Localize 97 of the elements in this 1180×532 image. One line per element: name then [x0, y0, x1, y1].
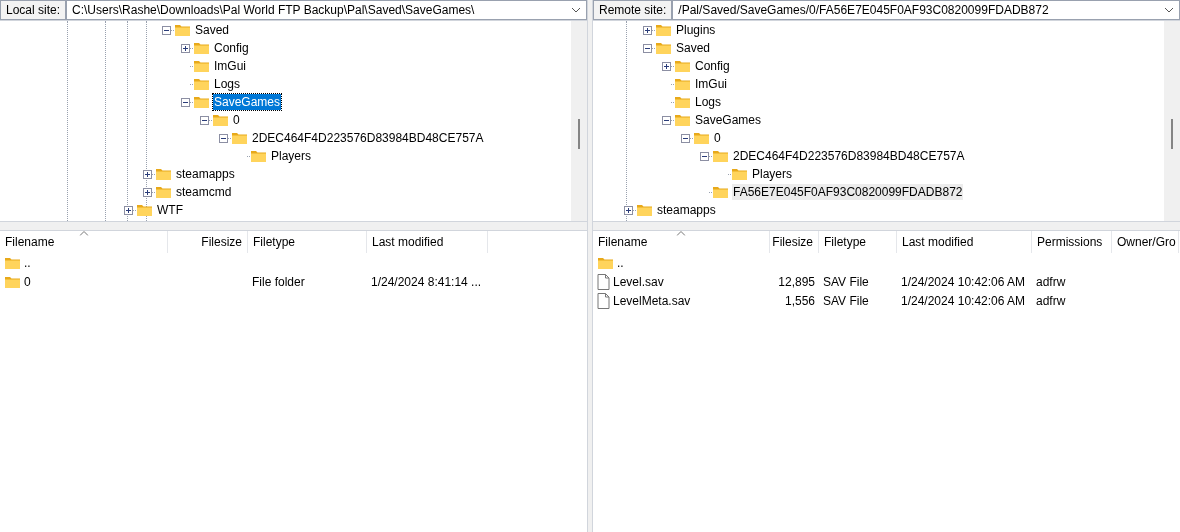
folder-icon — [712, 185, 729, 199]
folder-icon — [231, 131, 248, 145]
table-cell-text: 1/24/2024 10:42:06 AM — [901, 292, 1026, 310]
tree-item[interactable]: WTF — [156, 202, 184, 218]
table-cell-text: LevelMeta.sav — [613, 292, 691, 310]
folder-icon — [4, 274, 21, 289]
dropdown-caret-icon[interactable] — [571, 7, 581, 13]
folder-icon — [212, 113, 229, 127]
tree-item[interactable]: Saved — [675, 40, 712, 56]
path-field[interactable]: C:\Users\Rashe\Downloads\Pal World FTP Backup\Pal\Saved\SaveGames\ — [66, 0, 587, 20]
tree-item[interactable]: Players — [751, 166, 793, 182]
path-field[interactable]: /Pal/Saved/SaveGames/0/FA56E7E045F0AF93C0820099FDADB872 — [672, 0, 1180, 20]
expand-icon[interactable] — [642, 25, 652, 35]
folder-icon — [693, 131, 710, 145]
folder-icon — [136, 203, 153, 217]
column-header[interactable]: Filesize — [770, 231, 819, 253]
tree-item[interactable]: steamapps — [175, 166, 236, 182]
tree-item[interactable]: SaveGames — [694, 112, 763, 128]
tree-item[interactable]: 2DEC464F4D223576D83984BD48CE757A — [732, 148, 966, 164]
collapse-icon[interactable] — [699, 151, 709, 161]
folder-icon — [712, 149, 729, 163]
tree-item[interactable]: ImGui — [213, 58, 247, 74]
collapse-icon[interactable] — [199, 115, 209, 125]
folder-icon — [155, 167, 172, 181]
table-cell-text: Level.sav — [613, 273, 664, 291]
tree-item[interactable]: SaveGames — [213, 94, 282, 110]
tree-item[interactable]: 0 — [232, 112, 241, 128]
collapse-icon[interactable] — [180, 97, 190, 107]
collapse-icon[interactable] — [161, 25, 171, 35]
table-cell-text: 1,556 — [784, 292, 815, 310]
tree-item[interactable]: Logs — [694, 94, 723, 110]
folder-icon — [655, 41, 672, 55]
table-cell-text: 1/24/2024 10:42:06 AM — [901, 273, 1026, 291]
tree-item[interactable]: Config — [694, 58, 731, 74]
table-cell-text: adfrw — [1036, 292, 1066, 310]
collapse-icon[interactable] — [218, 133, 228, 143]
table-cell-text: .. — [617, 254, 624, 272]
collapse-icon[interactable] — [680, 133, 690, 143]
table-cell-text: SAV File — [823, 292, 869, 310]
column-header[interactable]: Owner/Gro — [1112, 231, 1179, 253]
column-header[interactable]: Filename — [593, 231, 770, 253]
column-header[interactable]: Last modified — [897, 231, 1032, 253]
scrollbar[interactable] — [571, 21, 587, 221]
folder-icon — [193, 41, 210, 55]
expand-icon[interactable] — [661, 61, 671, 71]
folder-icon — [193, 77, 210, 91]
folder-icon — [597, 255, 614, 270]
expand-icon[interactable] — [123, 205, 133, 215]
tree-item[interactable]: Players — [270, 148, 312, 164]
column-header[interactable]: Permissions — [1032, 231, 1112, 253]
expand-icon[interactable] — [142, 187, 152, 197]
expand-icon[interactable] — [142, 169, 152, 179]
collapse-icon[interactable] — [661, 115, 671, 125]
collapse-icon[interactable] — [642, 43, 652, 53]
folder-icon — [731, 167, 748, 181]
table-cell-text: adfrw — [1036, 273, 1066, 291]
tree-item[interactable]: steamapps — [656, 202, 717, 218]
tree-item[interactable]: FA56E7E045F0AF93C0820099FDADB872 — [732, 184, 964, 200]
folder-icon — [193, 59, 210, 73]
folder-icon — [174, 23, 191, 37]
column-header[interactable]: Last modified — [367, 231, 488, 253]
table-cell-text: 0 — [24, 273, 31, 291]
table-cell-text: .. — [24, 254, 31, 272]
tree-item[interactable]: Saved — [194, 22, 231, 38]
scrollbar[interactable] — [1164, 21, 1180, 221]
folder-icon — [674, 95, 691, 109]
tree-item[interactable]: 0 — [713, 130, 722, 146]
folder-icon — [636, 203, 653, 217]
table-cell-text: SAV File — [823, 273, 869, 291]
table-cell-text: File folder — [252, 273, 305, 291]
expand-icon[interactable] — [623, 205, 633, 215]
dropdown-caret-icon[interactable] — [1164, 7, 1174, 13]
folder-icon — [655, 23, 672, 37]
folder-icon — [155, 185, 172, 199]
folder-icon — [674, 59, 691, 73]
folder-icon — [674, 113, 691, 127]
folder-icon — [4, 255, 21, 270]
tree-item[interactable]: steamcmd — [175, 184, 233, 200]
column-header[interactable]: Filesize — [168, 231, 248, 253]
tree-item[interactable]: Plugins — [675, 22, 717, 38]
tree-item[interactable]: Config — [213, 40, 250, 56]
folder-icon — [193, 95, 210, 109]
site-label: Remote site: — [593, 0, 673, 20]
file-icon — [597, 292, 610, 309]
file-icon — [597, 273, 610, 290]
folder-icon — [674, 77, 691, 91]
expand-icon[interactable] — [180, 43, 190, 53]
table-cell-text: 1/24/2024 8:41:14 ... — [371, 273, 482, 291]
tree-item[interactable]: ImGui — [694, 76, 728, 92]
column-header[interactable]: Filetype — [819, 231, 897, 253]
site-label: Local site: — [0, 0, 67, 20]
tree-item[interactable]: 2DEC464F4D223576D83984BD48CE757A — [251, 130, 485, 146]
column-header[interactable]: Filename — [0, 231, 168, 253]
column-header[interactable]: Filetype — [248, 231, 367, 253]
table-cell-text: 12,895 — [778, 273, 815, 291]
folder-icon — [250, 149, 267, 163]
tree-item[interactable]: Logs — [213, 76, 242, 92]
